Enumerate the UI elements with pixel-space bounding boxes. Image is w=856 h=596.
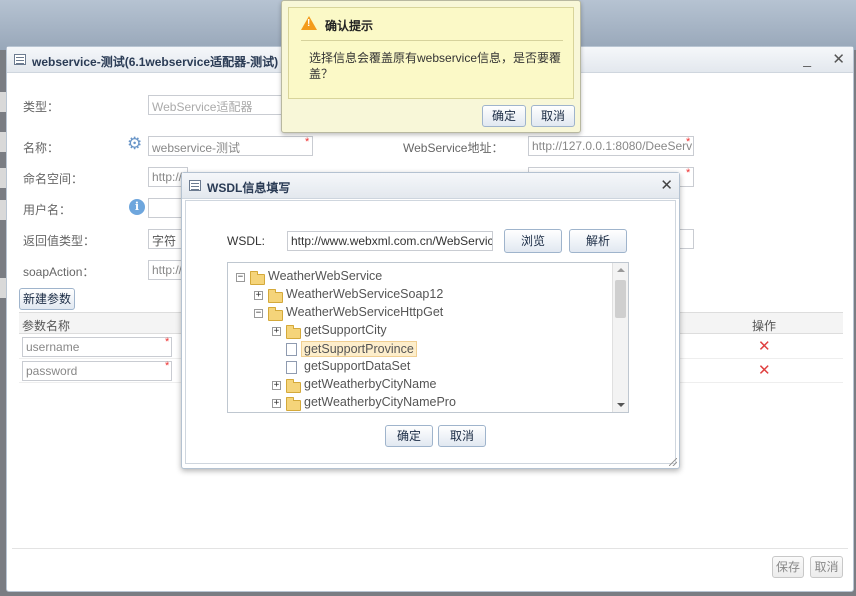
folder-icon	[286, 379, 301, 393]
tree-node-label: WeatherWebService	[268, 269, 383, 283]
expand-icon[interactable]: +	[272, 399, 281, 408]
param-name-field[interactable]: password	[22, 361, 172, 381]
username-label: 用户名：	[23, 203, 72, 217]
wsdl-dialog-title: WSDL信息填写	[207, 181, 291, 195]
ws-address-label: WebService地址：	[403, 141, 504, 155]
scroll-thumb[interactable]	[615, 280, 626, 318]
wsdl-ok-button[interactable]: 确定	[385, 425, 433, 447]
new-param-button[interactable]: 新建参数	[19, 288, 75, 310]
folder-icon	[268, 307, 283, 321]
namespace-label: 命名空间：	[23, 172, 84, 186]
tree-node-label: WeatherWebServiceHttpGet	[286, 305, 444, 319]
minimize-icon[interactable]: _	[803, 51, 811, 67]
parse-button[interactable]: 解析	[569, 229, 627, 253]
confirm-ok-button[interactable]: 确定	[482, 105, 526, 127]
name-field[interactable]: webservice-测试	[148, 136, 313, 156]
required-mark: *	[165, 360, 170, 372]
expand-icon[interactable]: +	[272, 381, 281, 390]
required-mark: *	[686, 136, 691, 148]
tree-node-label: WeatherWebServiceSoap12	[286, 287, 444, 301]
folder-icon	[250, 271, 265, 285]
return-type-label: 返回值类型：	[23, 234, 96, 248]
divider	[301, 40, 563, 41]
delete-icon[interactable]: ✕	[758, 361, 771, 379]
collapse-icon[interactable]: −	[254, 309, 263, 318]
gear-icon[interactable]: ⚙	[127, 134, 142, 154]
browse-button[interactable]: 浏览	[504, 229, 562, 253]
window-icon	[189, 180, 201, 191]
confirm-panel: ! 确认提示 选择信息会覆盖原有webservice信息，是否要覆盖？	[288, 7, 574, 99]
required-mark: *	[165, 336, 170, 348]
column-actions: 操作	[752, 319, 777, 333]
file-icon	[286, 361, 297, 374]
expand-icon[interactable]: +	[254, 291, 263, 300]
wsdl-dialog-body: WSDL: http://www.webxml.com.cn/WebServic…	[185, 200, 676, 464]
param-name-field[interactable]: username	[22, 337, 172, 357]
tree-node-label: getWeatherbyCityNamePro	[304, 395, 456, 409]
warning-mark: !	[307, 18, 311, 29]
collapse-icon[interactable]: −	[236, 273, 245, 282]
folder-icon	[268, 289, 283, 303]
wsdl-label: WSDL:	[227, 234, 266, 248]
delete-icon[interactable]: ✕	[758, 337, 771, 355]
close-icon[interactable]: ✕	[660, 176, 673, 194]
info-icon[interactable]: i	[129, 199, 145, 215]
file-icon	[286, 343, 297, 356]
tree-scrollbar[interactable]	[612, 263, 628, 412]
name-label: 名称：	[23, 141, 60, 155]
close-icon[interactable]: ✕	[832, 50, 845, 68]
wsdl-dialog-header: WSDL信息填写 ✕	[182, 173, 679, 199]
resize-grip[interactable]	[669, 458, 677, 466]
wsdl-dialog: WSDL信息填写 ✕ WSDL: http://www.webxml.com.c…	[181, 172, 680, 469]
soap-action-label: soapAction：	[23, 265, 95, 279]
required-mark: *	[686, 167, 691, 179]
confirm-message: 选择信息会覆盖原有webservice信息，是否要覆盖？	[309, 51, 562, 81]
window-icon	[14, 54, 26, 65]
save-button[interactable]: 保存	[772, 556, 804, 578]
tree-node-label: getSupportDataSet	[304, 359, 411, 373]
tree-node-label: getSupportProvince	[301, 341, 417, 357]
tree-node-label: getWeatherbyCityName	[304, 377, 437, 391]
confirm-cancel-button[interactable]: 取消	[531, 105, 575, 127]
wsdl-cancel-button[interactable]: 取消	[438, 425, 486, 447]
expand-icon[interactable]: +	[272, 327, 281, 336]
wsdl-input[interactable]: http://www.webxml.com.cn/WebServices/Wea…	[287, 231, 493, 251]
tree-node-label: getSupportCity	[304, 323, 387, 337]
main-window-title: webservice-测试(6.1webservice适配器-测试)	[32, 55, 279, 69]
type-label: 类型：	[23, 100, 60, 114]
ws-address-field[interactable]: http://127.0.0.1:8080/DeeServ	[528, 136, 694, 156]
required-mark: *	[305, 136, 310, 148]
confirm-dialog: ! 确认提示 选择信息会覆盖原有webservice信息，是否要覆盖？ 确定 取…	[281, 0, 581, 133]
scroll-down-icon[interactable]	[617, 403, 625, 407]
folder-icon	[286, 325, 301, 339]
confirm-title: 确认提示	[325, 19, 374, 33]
scroll-up-icon[interactable]	[617, 268, 625, 272]
column-param-name: 参数名称	[22, 319, 71, 333]
wsdl-tree: − WeatherWebService + WeatherWebServiceS…	[227, 262, 629, 413]
cancel-button[interactable]: 取消	[810, 556, 843, 578]
footer-bar	[12, 548, 848, 586]
folder-icon	[286, 397, 301, 411]
